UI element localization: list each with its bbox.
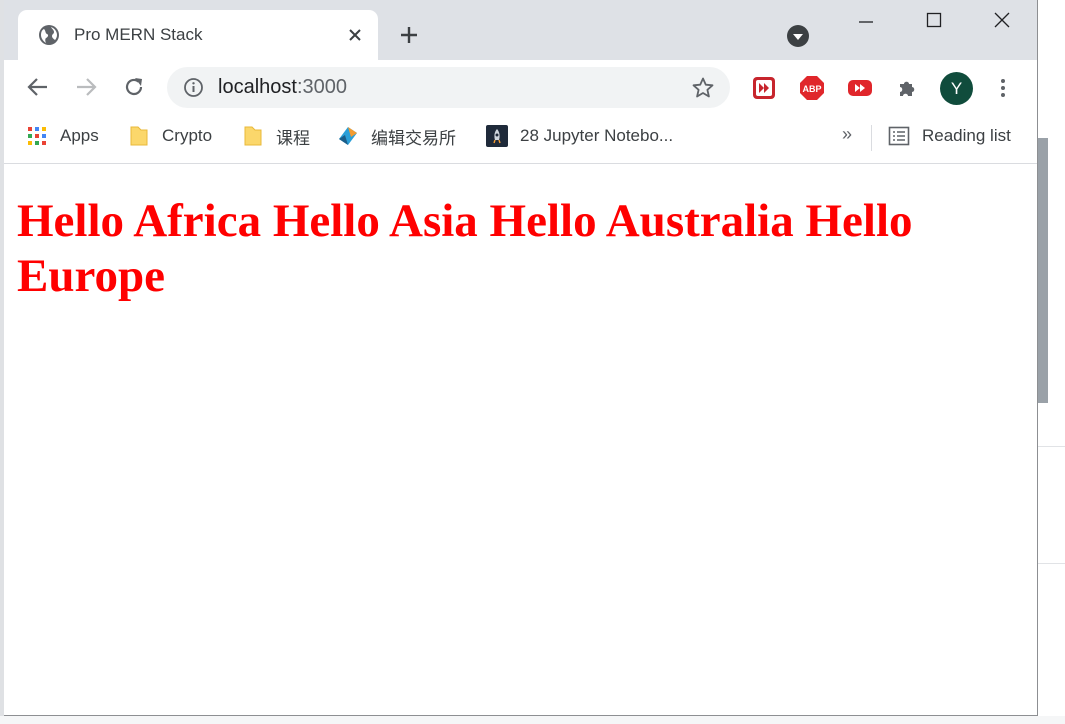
tab-search-icon[interactable] — [786, 24, 810, 48]
bookmarks-bar: Apps Crypto 课程 编辑交易所 28 Jupyter Notebo..… — [4, 114, 1037, 164]
background-scrollbar — [1038, 138, 1048, 403]
video-speed-controller-icon[interactable] — [751, 75, 777, 101]
maximize-icon[interactable] — [922, 8, 946, 32]
tab-strip: Pro MERN Stack — [4, 0, 1037, 60]
svg-text:ABP: ABP — [802, 84, 821, 94]
bookmark-star-icon[interactable] — [691, 76, 715, 100]
apps-grid-icon — [26, 125, 48, 147]
address-bar[interactable]: localhost:3000 — [167, 67, 730, 108]
forward-arrow-icon[interactable] — [73, 74, 99, 100]
youtube-icon[interactable] — [847, 75, 873, 101]
jupyter-icon — [486, 125, 508, 147]
close-tab-icon[interactable] — [344, 24, 366, 46]
puzzle-extensions-icon[interactable] — [895, 75, 921, 101]
bookmark-jupyter-notebooks[interactable]: 28 Jupyter Notebo... — [486, 124, 673, 148]
page-heading: Hello Africa Hello Asia Hello Australia … — [17, 195, 913, 302]
background-strip — [0, 716, 1065, 724]
folder-icon — [242, 125, 264, 147]
background-window — [1038, 0, 1065, 724]
bookmark-label: Crypto — [162, 126, 213, 145]
tab-title: Pro MERN Stack — [74, 25, 203, 44]
bookmark-folder-courses[interactable]: 课程 — [242, 124, 310, 148]
bookmark-exchange[interactable]: 编辑交易所 — [337, 124, 456, 148]
new-tab-icon[interactable] — [396, 22, 422, 48]
reading-list-icon — [888, 125, 910, 147]
bookmark-label: 28 Jupyter Notebo... — [520, 126, 674, 145]
url-text: localhost:3000 — [218, 76, 347, 99]
folder-icon — [128, 125, 150, 147]
page-viewport: Hello Africa Hello Asia Hello Australia … — [4, 164, 1037, 715]
bookmark-label: 编辑交易所 — [371, 128, 456, 148]
reading-list-label: Reading list — [922, 126, 1011, 145]
bookmark-apps[interactable]: Apps — [26, 124, 99, 148]
site-info-icon[interactable] — [183, 77, 204, 98]
background-divider — [1038, 563, 1065, 564]
bookmark-label: 课程 — [276, 128, 310, 148]
close-window-icon[interactable] — [990, 8, 1014, 32]
site-logo-icon — [337, 125, 359, 147]
tab-pro-mern-stack[interactable]: Pro MERN Stack — [18, 10, 378, 60]
reading-list-button[interactable]: Reading list — [888, 124, 1011, 148]
back-arrow-icon[interactable] — [25, 74, 51, 100]
browser-window: Pro MERN Stack localhost:3000 ABP Y Apps… — [4, 0, 1038, 716]
kebab-menu-icon[interactable] — [992, 76, 1014, 100]
url-port: :3000 — [296, 76, 347, 98]
globe-icon — [38, 24, 60, 46]
bookmark-label: Apps — [60, 126, 99, 145]
bookmarks-separator — [871, 125, 872, 151]
reload-icon[interactable] — [121, 74, 147, 100]
bookmark-folder-crypto[interactable]: Crypto — [128, 124, 212, 148]
profile-avatar[interactable]: Y — [940, 72, 973, 105]
url-host: localhost — [218, 76, 297, 98]
adblock-plus-icon[interactable]: ABP — [799, 75, 825, 101]
minimize-icon[interactable] — [854, 8, 878, 32]
browser-toolbar: localhost:3000 ABP Y — [4, 60, 1037, 114]
background-divider — [1038, 446, 1065, 447]
bookmarks-overflow-chevron[interactable]: » — [842, 124, 852, 145]
